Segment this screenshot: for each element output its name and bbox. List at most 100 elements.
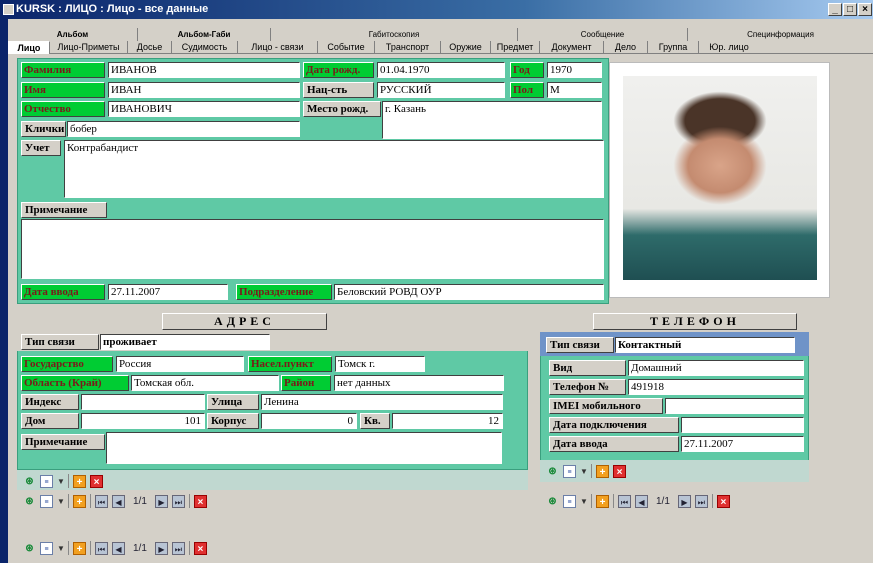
chevron-down-icon[interactable]: ▼ xyxy=(580,465,588,478)
note-field[interactable] xyxy=(21,219,604,279)
year-field[interactable]: 1970 xyxy=(547,62,602,78)
birthplace-field[interactable]: г. Казань xyxy=(382,101,602,139)
tab-row-bottom: Лицо Лицо-Приметы Досье Судимость Лицо -… xyxy=(8,41,873,54)
index-field[interactable] xyxy=(81,394,205,410)
search-icon[interactable]: ⊛ xyxy=(546,495,559,508)
connect-date-field[interactable] xyxy=(681,417,804,433)
tab-album-gabi[interactable]: Альбом-Габи xyxy=(138,28,271,41)
last-record-icon[interactable]: ⏭ xyxy=(171,541,185,555)
tab-gabitoscopy[interactable]: Габитоскопия xyxy=(271,28,518,41)
tab-specinfo[interactable]: Специнформация xyxy=(688,28,873,41)
address-link-type-field[interactable]: проживает xyxy=(100,334,270,350)
add-icon[interactable]: + xyxy=(73,541,86,555)
tab-person[interactable]: Лицо xyxy=(8,41,50,54)
tab-person-features[interactable]: Лицо-Приметы xyxy=(50,41,128,54)
surname-field[interactable]: ИВАНОВ xyxy=(108,62,300,78)
add-icon[interactable]: + xyxy=(73,474,86,488)
record-field[interactable]: Контрабандист xyxy=(64,140,604,198)
last-record-icon[interactable]: ⏭ xyxy=(694,494,708,508)
address-note-label: Примечание xyxy=(21,434,105,450)
phone-number-field[interactable]: 491918 xyxy=(628,379,804,395)
phone-kind-field[interactable]: Домашний xyxy=(628,360,804,376)
delete-icon[interactable]: × xyxy=(613,464,626,478)
last-record-icon[interactable]: ⏭ xyxy=(171,494,185,508)
document-icon[interactable]: ≡ xyxy=(40,541,53,555)
first-record-icon[interactable]: ⏮ xyxy=(95,494,108,508)
search-icon[interactable]: ⊛ xyxy=(23,495,36,508)
entry-date-field[interactable]: 27.11.2007 xyxy=(108,284,228,300)
next-record-icon[interactable]: ▶ xyxy=(677,494,691,508)
document-icon[interactable]: ≡ xyxy=(563,464,576,478)
search-icon[interactable]: ⊛ xyxy=(546,465,559,478)
tab-group[interactable]: Группа xyxy=(648,41,699,54)
chevron-down-icon[interactable]: ▼ xyxy=(57,475,65,488)
prev-record-icon[interactable]: ◀ xyxy=(112,541,125,555)
maximize-button[interactable]: □ xyxy=(843,3,857,16)
tab-case[interactable]: Дело xyxy=(604,41,648,54)
delete-icon[interactable]: × xyxy=(90,474,103,488)
country-field[interactable]: Россия xyxy=(116,356,244,372)
patronymic-field[interactable]: ИВАНОВИЧ xyxy=(108,101,300,117)
nicknames-field[interactable]: бобер xyxy=(67,121,300,137)
dob-field[interactable]: 01.04.1970 xyxy=(377,62,505,78)
toolbar-separator xyxy=(591,494,592,508)
chevron-down-icon[interactable]: ▼ xyxy=(57,495,65,508)
toolbar-separator xyxy=(68,541,69,555)
next-record-icon[interactable]: ▶ xyxy=(154,541,168,555)
tab-album[interactable]: Альбом xyxy=(8,28,138,41)
add-icon[interactable]: + xyxy=(596,494,609,508)
close-button[interactable]: × xyxy=(858,3,872,16)
phone-link-type-field[interactable]: Контактный xyxy=(615,337,795,353)
chevron-down-icon[interactable]: ▼ xyxy=(580,495,588,508)
tab-message[interactable]: Сообщение xyxy=(518,28,688,41)
department-field[interactable]: Беловский РОВД ОУР xyxy=(334,284,604,300)
address-navbar: ⊛ ≡ ▼ + ⏮ ◀ 1/1 ▶ ⏭ × xyxy=(17,490,528,512)
tab-dossier[interactable]: Досье xyxy=(128,41,172,54)
locality-label: Насел.пункт xyxy=(248,356,332,372)
add-icon[interactable]: + xyxy=(596,464,609,478)
delete-icon[interactable]: × xyxy=(193,541,207,555)
prev-record-icon[interactable]: ◀ xyxy=(635,494,648,508)
tab-transport[interactable]: Транспорт xyxy=(375,41,441,54)
chevron-down-icon[interactable]: ▼ xyxy=(57,542,65,555)
tab-person-links[interactable]: Лицо - связи xyxy=(238,41,318,54)
delete-icon[interactable]: × xyxy=(716,494,730,508)
tab-item[interactable]: Предмет xyxy=(491,41,540,54)
delete-icon[interactable]: × xyxy=(193,494,207,508)
tab-legal-entity[interactable]: Юр. лицо xyxy=(699,41,759,54)
tab-event[interactable]: Событие xyxy=(318,41,375,54)
sex-field[interactable]: М xyxy=(547,82,602,98)
search-icon[interactable]: ⊛ xyxy=(23,542,36,555)
first-record-icon[interactable]: ⏮ xyxy=(618,494,631,508)
prev-record-icon[interactable]: ◀ xyxy=(112,494,125,508)
minimize-button[interactable]: _ xyxy=(828,3,842,16)
imei-field[interactable] xyxy=(665,398,804,414)
region-field[interactable]: Томская обл. xyxy=(131,375,279,391)
search-icon[interactable]: ⊛ xyxy=(23,475,36,488)
nationality-label: Нац-сть xyxy=(303,82,374,98)
tab-document[interactable]: Документ xyxy=(540,41,604,54)
name-field[interactable]: ИВАН xyxy=(108,82,300,98)
document-icon[interactable]: ≡ xyxy=(40,494,53,508)
first-record-icon[interactable]: ⏮ xyxy=(95,541,108,555)
street-field[interactable]: Ленина xyxy=(261,394,503,410)
address-note-field[interactable] xyxy=(106,432,502,464)
sex-label: Пол xyxy=(510,82,544,98)
add-icon[interactable]: + xyxy=(73,494,86,508)
document-icon[interactable]: ≡ xyxy=(563,494,576,508)
flat-field[interactable]: 12 xyxy=(392,413,503,429)
tab-row-top: Альбом Альбом-Габи Габитоскопия Сообщени… xyxy=(8,28,873,41)
phone-entry-date-field[interactable]: 27.11.2007 xyxy=(681,436,804,452)
nationality-field[interactable]: РУССКИЙ xyxy=(377,82,505,98)
district-label: Район xyxy=(281,375,331,391)
building-field[interactable]: 0 xyxy=(261,413,357,429)
toolbar-separator xyxy=(68,474,69,488)
house-field[interactable]: 101 xyxy=(81,413,205,429)
locality-field[interactable]: Томск г. xyxy=(335,356,425,372)
tab-convictions[interactable]: Судимость xyxy=(172,41,238,54)
next-record-icon[interactable]: ▶ xyxy=(154,494,168,508)
document-icon[interactable]: ≡ xyxy=(40,474,53,488)
tab-weapon[interactable]: Оружие xyxy=(441,41,491,54)
district-field[interactable]: нет данных xyxy=(334,375,504,391)
app-icon xyxy=(3,4,14,15)
